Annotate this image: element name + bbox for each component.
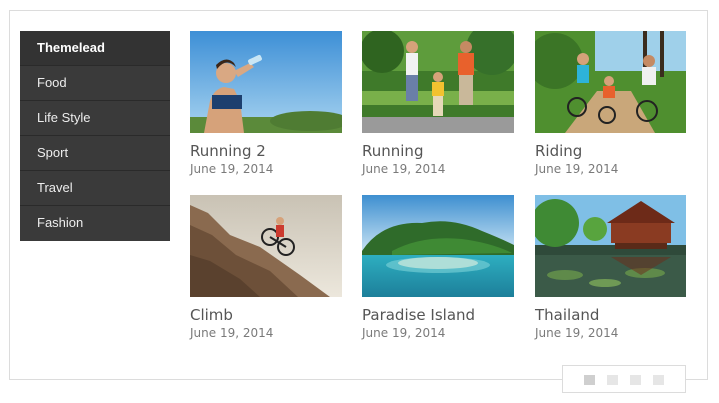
menu-item-travel[interactable]: Travel <box>20 171 170 206</box>
menu-item-fashion[interactable]: Fashion <box>20 206 170 241</box>
post-date: June 19, 2014 <box>362 326 446 340</box>
pager-dot-2[interactable] <box>607 375 618 385</box>
post-title[interactable]: Riding <box>535 142 687 160</box>
post-thumbnail-running-2[interactable] <box>190 31 342 133</box>
post-title[interactable]: Paradise Island <box>362 306 514 324</box>
post-card: Riding June 19, 2014 <box>535 31 687 176</box>
post-card: Climb June 19, 2014 <box>190 195 342 340</box>
post-thumbnail-climb[interactable] <box>190 195 342 297</box>
post-thumbnail-paradise-island[interactable] <box>362 195 514 297</box>
post-date: June 19, 2014 <box>535 326 619 340</box>
post-date: June 19, 2014 <box>190 162 274 176</box>
pager-dot-1[interactable] <box>584 375 595 385</box>
menu-item-sport[interactable]: Sport <box>20 136 170 171</box>
post-title[interactable]: Running <box>362 142 514 160</box>
pager-dot-4[interactable] <box>653 375 664 385</box>
post-date: June 19, 2014 <box>362 162 446 176</box>
post-card: Thailand June 19, 2014 <box>535 195 687 340</box>
pager-dot-3[interactable] <box>630 375 641 385</box>
post-title[interactable]: Climb <box>190 306 342 324</box>
menu-item-themelead[interactable]: Themelead <box>20 31 170 66</box>
post-date: June 19, 2014 <box>535 162 619 176</box>
post-thumbnail-thailand[interactable] <box>535 195 687 297</box>
post-card: Paradise Island June 19, 2014 <box>362 195 514 340</box>
menu-item-food[interactable]: Food <box>20 66 170 101</box>
post-thumbnail-riding[interactable] <box>535 31 687 133</box>
post-card: Running 2 June 19, 2014 <box>190 31 342 176</box>
category-menu: Themelead Food Life Style Sport Travel F… <box>20 31 170 241</box>
post-thumbnail-running[interactable] <box>362 31 514 133</box>
menu-item-life-style[interactable]: Life Style <box>20 101 170 136</box>
carousel-pager <box>562 365 686 393</box>
post-title[interactable]: Running 2 <box>190 142 342 160</box>
post-card: Running June 19, 2014 <box>362 31 514 176</box>
post-title[interactable]: Thailand <box>535 306 687 324</box>
post-date: June 19, 2014 <box>190 326 274 340</box>
